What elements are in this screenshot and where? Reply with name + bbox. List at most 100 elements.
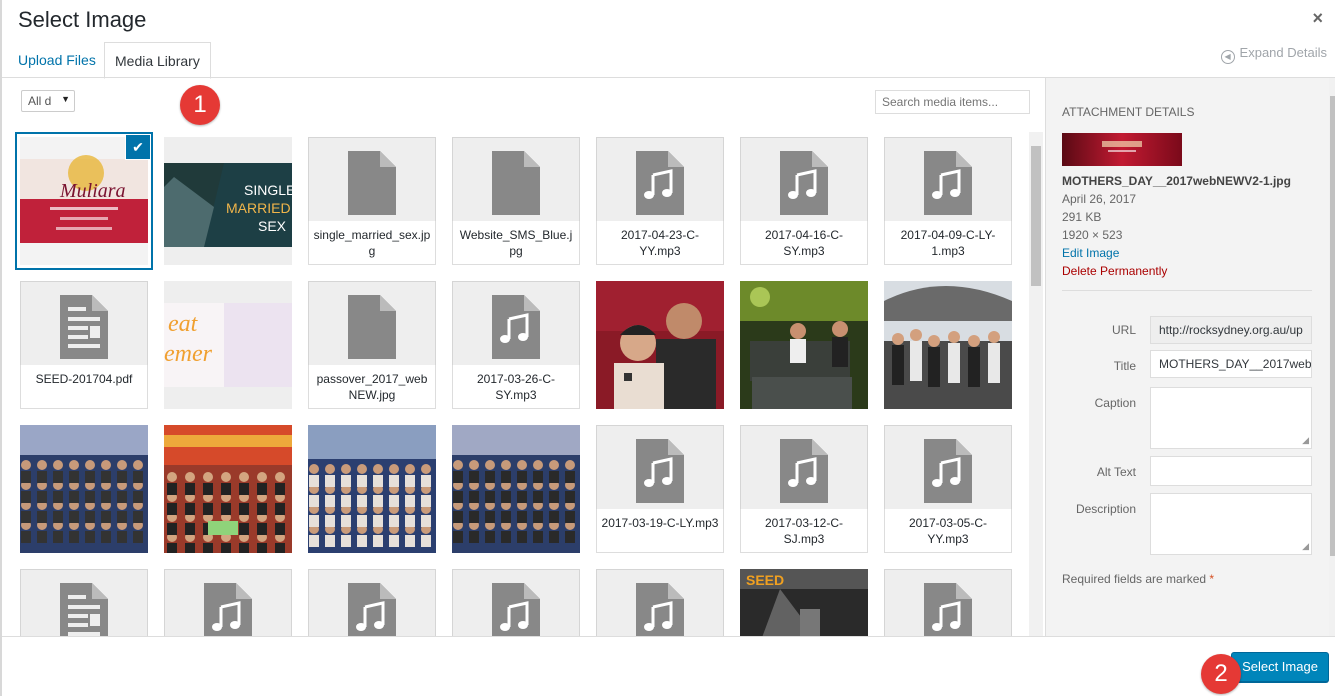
media-item-filename: 2017-04-23-C-YY.mp3	[596, 221, 724, 265]
tab-media-library[interactable]: Media Library	[104, 42, 211, 79]
document-icon	[492, 151, 540, 215]
media-item[interactable]: 2017-04-09-C-LY-1.mp3	[884, 137, 1012, 265]
tab-upload-files[interactable]: Upload Files	[8, 42, 106, 78]
modal-title: Select Image	[18, 7, 147, 32]
resize-handle-icon[interactable]: ◢	[1302, 435, 1309, 446]
attachment-details-heading: ATTACHMENT DETAILS	[1062, 105, 1195, 119]
audio-icon	[924, 583, 972, 636]
media-item-filename: SEED-201704.pdf	[20, 365, 148, 409]
media-item[interactable]	[884, 569, 1012, 636]
svg-text:MARRIED: MARRIED	[226, 200, 291, 216]
media-item[interactable]: Website_SMS_Blue.jpg	[452, 137, 580, 265]
media-item[interactable]: 2017-03-05-C-YY.mp3	[884, 425, 1012, 553]
media-item[interactable]: SEED	[740, 569, 868, 636]
media-item[interactable]: 2017-03-26-C-SY.mp3	[452, 281, 580, 409]
media-filter-select[interactable]: All d ▼	[21, 90, 75, 112]
select-image-button[interactable]: Select Image	[1231, 652, 1329, 682]
modal-header: Select Image ×	[2, 0, 1335, 42]
media-item[interactable]	[164, 425, 292, 553]
media-item[interactable]: SEED-201704.pdf	[20, 281, 148, 409]
audio-icon	[636, 583, 684, 636]
sidebar-scrollbar-thumb[interactable]	[1330, 96, 1335, 556]
required-text: Required fields are marked	[1062, 572, 1207, 586]
audio-icon	[204, 583, 252, 636]
expand-details-label: Expand Details	[1239, 45, 1327, 60]
audio-icon	[780, 151, 828, 215]
search-input[interactable]	[875, 90, 1030, 114]
media-item[interactable]: eat emer	[164, 281, 292, 409]
grid-scrollbar-thumb[interactable]	[1031, 146, 1041, 286]
media-item[interactable]: 2017-04-16-C-SY.mp3	[740, 137, 868, 265]
media-item-filename: passover_2017_webNEW.jpg	[308, 365, 436, 409]
media-item[interactable]	[20, 425, 148, 553]
media-item-filename: 2017-03-05-C-YY.mp3	[884, 509, 1012, 553]
attachment-dimensions: 1920 × 523	[1062, 228, 1123, 242]
caption-field[interactable]: ◢	[1150, 387, 1312, 449]
url-label: URL	[1111, 323, 1136, 337]
media-item[interactable]: single_married_sex.jpg	[308, 137, 436, 265]
audio-icon	[780, 439, 828, 503]
svg-text:emer: emer	[164, 341, 213, 367]
media-item[interactable]: Muliara ✔	[20, 135, 150, 265]
media-item[interactable]	[452, 569, 580, 636]
chevron-left-icon: ◀	[1220, 50, 1235, 64]
media-item[interactable]	[884, 281, 1012, 409]
url-field[interactable]: http://rocksydney.org.au/up	[1150, 316, 1312, 344]
attachment-filename: MOTHERS_DAY__2017webNEWV2-1.jpg	[1062, 174, 1291, 188]
media-item[interactable]	[596, 569, 724, 636]
tab-bar: Upload Files Media Library	[2, 42, 1045, 79]
description-field[interactable]: ◢	[1150, 493, 1312, 555]
delete-permanently-link[interactable]: Delete Permanently	[1062, 264, 1167, 278]
resize-handle-icon[interactable]: ◢	[1302, 541, 1309, 552]
media-item-filename: 2017-03-26-C-SY.mp3	[452, 365, 580, 409]
grid-scrollbar[interactable]	[1029, 132, 1043, 636]
text-document-icon	[60, 583, 108, 636]
edit-image-link[interactable]: Edit Image	[1062, 246, 1119, 260]
media-item[interactable]	[452, 425, 580, 553]
close-icon[interactable]: ×	[1312, 8, 1323, 29]
media-item[interactable]: SINGLE MARRIED SEX	[164, 137, 292, 265]
attachment-thumbnail	[1062, 133, 1182, 166]
title-field[interactable]: MOTHERS_DAY__2017webN	[1150, 350, 1312, 378]
thumbnail-image	[596, 281, 724, 409]
audio-icon	[348, 583, 396, 636]
text-document-icon	[60, 295, 108, 359]
attachment-date: April 26, 2017	[1062, 192, 1137, 206]
dropdown-arrow-icon: ▼	[61, 94, 70, 104]
sidebar-scrollbar[interactable]	[1329, 78, 1335, 636]
media-item[interactable]	[164, 569, 292, 636]
description-label: Description	[1075, 502, 1136, 516]
details-divider	[1062, 290, 1312, 291]
media-item[interactable]	[308, 425, 436, 553]
thumbnail-image	[20, 425, 148, 553]
media-item[interactable]: 2017-04-23-C-YY.mp3	[596, 137, 724, 265]
media-item[interactable]: 2017-03-12-C-SJ.mp3	[740, 425, 868, 553]
media-item[interactable]	[596, 281, 724, 409]
filter-value: All d	[28, 94, 52, 108]
media-item[interactable]: 2017-03-19-C-LY.mp3	[596, 425, 724, 553]
thumbnail-image	[452, 425, 580, 553]
thumbnail-image	[164, 425, 292, 553]
media-item-filename: single_married_sex.jpg	[308, 221, 436, 265]
annotation-badge-1: 1	[180, 85, 220, 125]
document-icon	[348, 151, 396, 215]
media-item[interactable]	[20, 569, 148, 636]
media-item-filename: 2017-03-19-C-LY.mp3	[596, 509, 724, 553]
media-item-filename: Website_SMS_Blue.jpg	[452, 221, 580, 265]
document-icon	[348, 295, 396, 359]
caption-label: Caption	[1094, 396, 1136, 410]
audio-icon	[492, 583, 540, 636]
annotation-badge-2: 2	[1201, 654, 1241, 694]
thumbnail-image	[740, 281, 868, 409]
title-label: Title	[1113, 359, 1136, 373]
media-item[interactable]	[740, 281, 868, 409]
media-grid: Muliara ✔ SINGLE MARRIED SEX single_married_s…	[15, 132, 1027, 636]
expand-details-button[interactable]: ◀ Expand Details	[1220, 45, 1327, 64]
thumbnail-image: SEED	[740, 569, 868, 636]
media-modal: Select Image × Upload Files Media Librar…	[0, 0, 1335, 696]
media-item[interactable]: passover_2017_webNEW.jpg	[308, 281, 436, 409]
media-item[interactable]	[308, 569, 436, 636]
checkmark-icon[interactable]: ✔	[126, 135, 150, 159]
thumbnail-image	[884, 281, 1012, 409]
alt-text-field[interactable]	[1150, 456, 1312, 486]
